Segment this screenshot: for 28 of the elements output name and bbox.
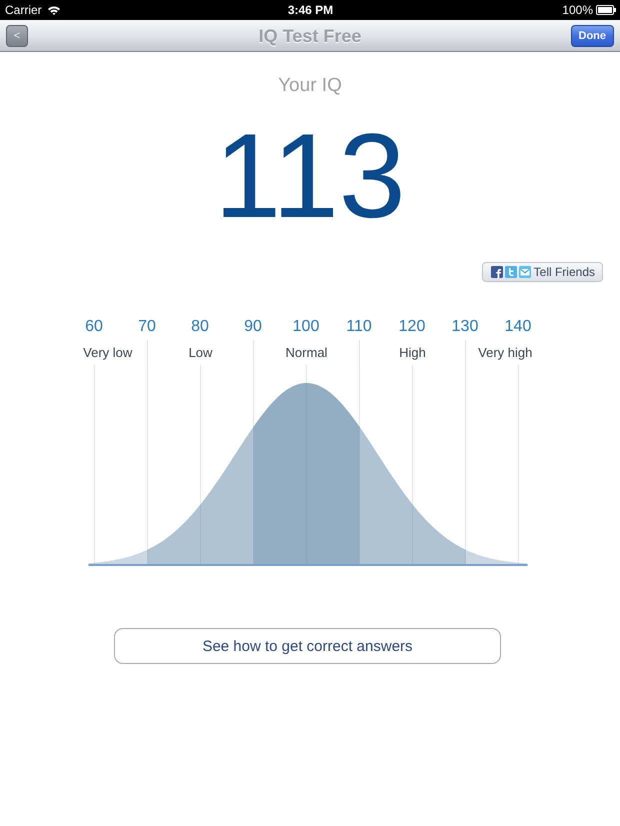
category-label: High bbox=[399, 344, 426, 360]
status-time: 3:46 PM bbox=[288, 3, 334, 17]
tell-friends-button[interactable]: Tell Friends bbox=[482, 262, 603, 282]
tick-label: 90 bbox=[243, 317, 263, 337]
twitter-icon bbox=[504, 266, 517, 278]
tick-label: 100 bbox=[292, 317, 320, 337]
tick-label: 140 bbox=[504, 317, 532, 337]
correct-answers-button[interactable]: See how to get correct answers bbox=[114, 628, 501, 664]
done-button[interactable]: Done bbox=[570, 24, 614, 46]
nav-title: IQ Test Free bbox=[258, 24, 362, 46]
tick-label: 110 bbox=[345, 317, 373, 337]
carrier-name: Carrier bbox=[5, 3, 42, 17]
tick-label: 70 bbox=[137, 317, 157, 337]
facebook-icon bbox=[490, 266, 503, 278]
iq-score: 113 bbox=[214, 116, 406, 236]
category-label: Normal bbox=[286, 344, 328, 360]
mail-icon bbox=[518, 266, 531, 278]
tick-label: 80 bbox=[190, 317, 210, 337]
category-label: Very low bbox=[83, 344, 132, 360]
category-label: Low bbox=[188, 344, 212, 360]
score-label: Your IQ bbox=[278, 75, 342, 97]
tick-label: 60 bbox=[84, 317, 104, 337]
wifi-icon bbox=[46, 5, 61, 15]
battery-icon bbox=[596, 5, 616, 15]
tick-label: 130 bbox=[450, 317, 480, 337]
tick-label: 120 bbox=[398, 317, 426, 337]
battery-percent: 100% bbox=[562, 3, 593, 17]
category-label: Very high bbox=[478, 344, 532, 360]
